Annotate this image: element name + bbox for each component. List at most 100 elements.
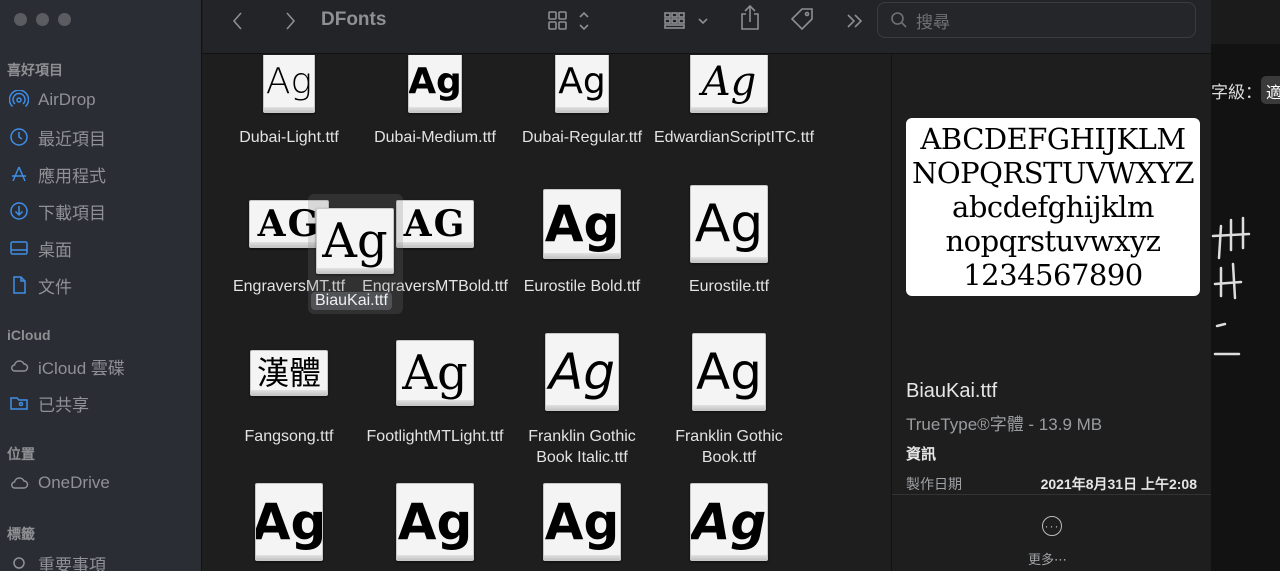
preview-line: ABCDEFGHIJKLM: [920, 122, 1186, 156]
search-icon: [891, 12, 907, 28]
icon-view-icon[interactable]: [547, 10, 591, 32]
font-size-select[interactable]: 適: [1261, 76, 1280, 104]
created-label: 製作日期: [906, 476, 962, 492]
font-thumbnail: Ag: [408, 55, 462, 113]
sidebar-item-onedrive[interactable]: OneDrive: [9, 470, 110, 496]
file-grid: Ag Dubai-Light.ttf Ag Dubai-Medium.ttf A…: [203, 55, 890, 571]
preview-line: nopqrstuvwxyz: [945, 224, 1161, 258]
download-icon: [9, 201, 29, 221]
font-thumbnail: Ag: [543, 483, 621, 561]
sidebar-item-desktop[interactable]: 桌面: [9, 235, 72, 261]
dragged-font-thumbnail[interactable]: Ag: [316, 208, 394, 274]
sidebar-item-label: AirDrop: [38, 90, 96, 109]
sidebar-item-airdrop[interactable]: AirDrop: [9, 87, 96, 113]
calligraphy-sample-image: [1211, 216, 1251, 356]
tag-circle-icon: [9, 553, 29, 571]
minimize-window-button[interactable]: [36, 13, 49, 26]
font-size-label: 字級：: [1211, 83, 1262, 102]
sidebar-item-shared[interactable]: 已共享: [9, 390, 89, 416]
font-thumbnail: Ag: [692, 333, 766, 411]
sidebar-section-icloud: iCloud: [7, 327, 51, 343]
sidebar-item-label: 桌面: [38, 240, 72, 260]
sidebar-item-recents[interactable]: 最近項目: [9, 124, 106, 150]
sidebar-item-documents[interactable]: 文件: [9, 272, 72, 298]
background-titlebar: [1211, 0, 1280, 44]
font-thumbnail: AG: [396, 200, 474, 248]
font-thumbnail: Ag: [396, 340, 474, 406]
sidebar-item-label: 已共享: [38, 395, 89, 415]
toolbar: DFonts 搜尋: [203, 0, 1211, 54]
file-name: Franklin Gothic Book Italic.ttf: [528, 428, 636, 466]
search-input[interactable]: 搜尋: [916, 8, 950, 33]
sidebar-item-applications[interactable]: 應用程式: [9, 161, 106, 187]
font-thumbnail: Ag: [396, 483, 474, 561]
more-button[interactable]: 更多⋯: [1028, 549, 1067, 568]
font-thumbnail: Ag: [555, 55, 609, 113]
preview-file-name: BiauKai.ttf: [906, 380, 998, 402]
shared-folder-icon: [9, 393, 29, 413]
sidebar-item-label: iCloud 雲碟: [38, 358, 125, 378]
file-name: Dubai-Medium.ttf: [374, 129, 496, 146]
file-name: Franklin Gothic Book.ttf: [675, 428, 783, 466]
file-name: Eurostile Bold.ttf: [523, 278, 641, 295]
preview-line: 1234567890: [963, 258, 1143, 292]
file-name: Dubai-Light.ttf: [239, 129, 339, 146]
back-icon[interactable]: [231, 10, 245, 32]
font-thumbnail: Ag: [690, 483, 768, 561]
file-name: Dubai-Regular.ttf: [521, 129, 643, 146]
desktop-icon: [9, 238, 29, 258]
file-name: EdwardianScriptITC.ttf: [654, 129, 815, 146]
window-title: DFonts: [321, 9, 387, 30]
sidebar-item-label: 文件: [38, 277, 72, 297]
font-thumbnail: Ag: [543, 189, 621, 259]
dragged-file-name: BiauKai.ttf: [311, 292, 392, 310]
sidebar-item-downloads[interactable]: 下載項目: [9, 198, 106, 224]
preview-line: abcdefghijklm: [952, 190, 1154, 224]
window-controls: [14, 13, 71, 26]
clock-icon: [9, 127, 29, 147]
cloud-icon: [9, 356, 29, 376]
more-icon[interactable]: ···: [1042, 516, 1062, 536]
share-icon[interactable]: [739, 4, 761, 30]
preview-line: NOPQRSTUVWXYZ: [911, 156, 1195, 190]
sidebar-item-label: 應用程式: [38, 166, 106, 186]
font-preview-card: ABCDEFGHIJKLM NOPQRSTUVWXYZ abcdefghijkl…: [906, 118, 1200, 296]
created-value: 2021年8月31日 上午2:08: [1040, 476, 1197, 492]
cloud-icon: [9, 473, 29, 493]
file-name: FootlightMTLight.ttf: [366, 428, 504, 445]
divider: [892, 494, 1211, 495]
sidebar: 喜好項目 AirDrop 最近項目 應用程式 下載項目 桌面 文件 iCloud…: [0, 0, 202, 571]
airdrop-icon: [9, 90, 29, 110]
sidebar-item-label: 重要事項: [38, 555, 106, 571]
sidebar-item-tag-important[interactable]: 重要事項: [9, 550, 106, 571]
zoom-window-button[interactable]: [58, 13, 71, 26]
sidebar-item-label: 最近項目: [38, 129, 106, 149]
font-thumbnail: Ag: [263, 55, 315, 113]
search-field[interactable]: 搜尋: [877, 2, 1196, 38]
preview-pane: ABCDEFGHIJKLM NOPQRSTUVWXYZ abcdefghijkl…: [891, 55, 1211, 571]
sidebar-section-tags: 標籤: [7, 526, 35, 542]
sidebar-item-label: OneDrive: [38, 473, 110, 492]
forward-icon[interactable]: [283, 10, 297, 32]
font-thumbnail: Ag: [690, 185, 768, 263]
font-thumbnail: AG: [249, 200, 329, 248]
sidebar-section-locations: 位置: [7, 446, 35, 462]
background-window: 字級： 適: [1211, 0, 1280, 571]
more-toolbar-icon[interactable]: [845, 10, 865, 32]
font-thumbnail: 漢體: [250, 350, 328, 396]
sidebar-item-icloud-drive[interactable]: iCloud 雲碟: [9, 353, 125, 379]
close-window-button[interactable]: [14, 13, 27, 26]
applications-icon: [9, 164, 29, 184]
group-icon[interactable]: [663, 10, 711, 32]
tag-icon[interactable]: [789, 8, 815, 31]
sidebar-section-favorites: 喜好項目: [7, 62, 63, 78]
file-name: Eurostile.ttf: [688, 278, 770, 295]
info-heading: 資訊: [906, 446, 937, 463]
document-icon: [9, 275, 29, 295]
font-thumbnail: Ag: [690, 55, 768, 113]
file-name: Fangsong.ttf: [244, 428, 334, 445]
font-thumbnail: Ag: [255, 483, 323, 561]
preview-file-type: TrueType®字體 - 13.9 MB: [906, 415, 1103, 434]
sidebar-item-label: 下載項目: [38, 203, 106, 223]
font-thumbnail: Ag: [545, 333, 619, 411]
